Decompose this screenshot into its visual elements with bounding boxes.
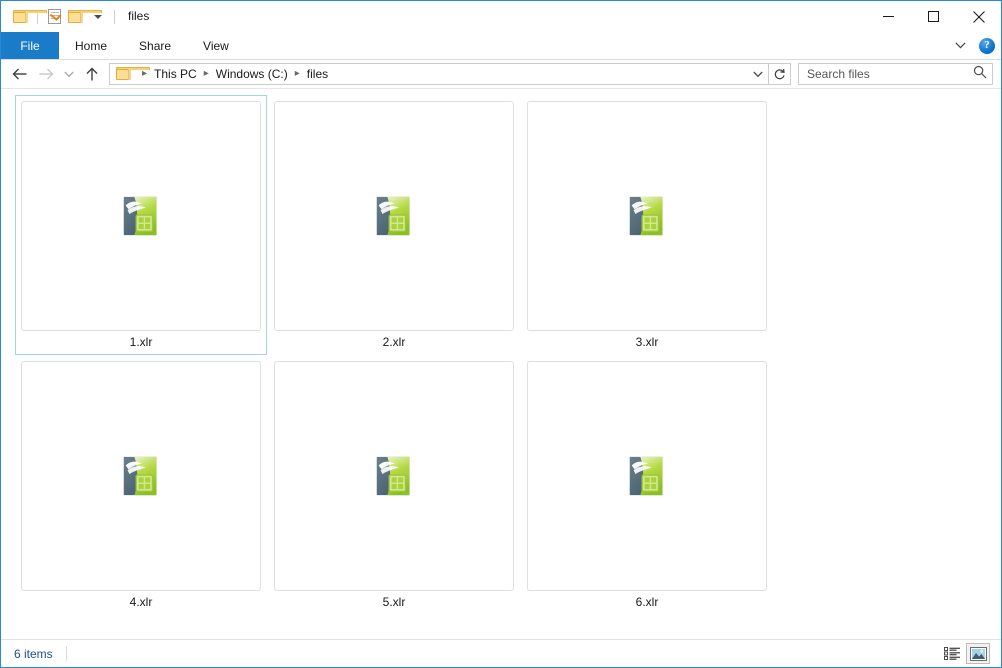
- view-buttons: [940, 643, 997, 664]
- properties-icon[interactable]: [43, 6, 65, 28]
- breadcrumb-item-this-pc[interactable]: This PC: [152, 67, 199, 81]
- window-title: files: [128, 9, 150, 23]
- file-thumbnail[interactable]: [21, 101, 261, 331]
- breadcrumb-dropdown-icon[interactable]: [748, 64, 768, 84]
- search-icon[interactable]: [973, 65, 987, 84]
- breadcrumb-separator[interactable]: ▸: [137, 69, 152, 79]
- file-name-label: 4.xlr: [129, 595, 153, 609]
- status-divider: [65, 646, 67, 661]
- file-item-1[interactable]: 1.xlr: [15, 95, 267, 355]
- search-placeholder: Search files: [807, 67, 870, 81]
- libreoffice-calc-icon: [376, 196, 410, 236]
- back-button[interactable]: [7, 61, 33, 87]
- recent-locations-button[interactable]: [59, 61, 79, 87]
- details-view-icon: [943, 647, 960, 660]
- file-grid: 1.xlr 2.xlr 3.xlr 4.xlr 5.xlr 6.xlr: [1, 95, 1001, 615]
- breadcrumb-item-windows-c[interactable]: Windows (C:): [214, 67, 290, 81]
- file-thumbnail[interactable]: [527, 361, 767, 591]
- file-item-4[interactable]: 4.xlr: [15, 355, 267, 615]
- window-controls: [866, 1, 1001, 32]
- folder-icon[interactable]: [10, 6, 47, 28]
- file-name-label: 1.xlr: [129, 335, 153, 349]
- qat-divider-2: [114, 9, 115, 24]
- large-icons-view-button[interactable]: [966, 643, 990, 664]
- item-count-label: 6 items: [14, 646, 53, 661]
- caret-down-glyph: [94, 14, 102, 19]
- breadcrumb-item-files[interactable]: files: [305, 67, 330, 81]
- file-name-label: 6.xlr: [635, 595, 659, 609]
- libreoffice-calc-icon: [123, 456, 157, 496]
- address-bar: ▸ This PC ▸ Windows (C:) ▸ files Search …: [1, 60, 1001, 89]
- maximize-button[interactable]: [911, 1, 956, 32]
- libreoffice-calc-icon: [376, 456, 410, 496]
- large-icons-view-icon: [969, 646, 987, 661]
- file-thumbnail[interactable]: [274, 361, 514, 591]
- file-item-5[interactable]: 5.xlr: [268, 355, 520, 615]
- chevron-down-icon[interactable]: [949, 35, 971, 57]
- ribbon-right-controls: ?: [949, 32, 995, 59]
- close-button[interactable]: [956, 1, 1001, 32]
- breadcrumb-folder-icon[interactable]: [116, 67, 150, 81]
- file-list-view[interactable]: 1.xlr 2.xlr 3.xlr 4.xlr 5.xlr 6.xlr: [1, 89, 1001, 639]
- file-name-label: 5.xlr: [382, 595, 406, 609]
- file-name-label: 2.xlr: [382, 335, 406, 349]
- file-item-2[interactable]: 2.xlr: [268, 95, 520, 355]
- tab-view[interactable]: View: [187, 32, 245, 59]
- file-item-6[interactable]: 6.xlr: [521, 355, 773, 615]
- title-bar: files: [1, 1, 1001, 32]
- properties-glyph: [47, 9, 61, 24]
- breadcrumb-separator[interactable]: ▸: [199, 69, 214, 79]
- tab-share[interactable]: Share: [123, 32, 187, 59]
- explorer-window: files File Home Share View ? ▸ This PC ▸…: [0, 0, 1002, 668]
- up-button[interactable]: [79, 61, 105, 87]
- forward-button[interactable]: [33, 61, 59, 87]
- ribbon-tab-bar: File Home Share View ?: [1, 32, 1001, 60]
- folder-glyph: [13, 9, 47, 24]
- tab-file[interactable]: File: [1, 32, 59, 59]
- breadcrumb-separator[interactable]: ▸: [290, 69, 305, 79]
- libreoffice-calc-icon: [123, 196, 157, 236]
- file-item-3[interactable]: 3.xlr: [521, 95, 773, 355]
- libreoffice-calc-icon: [629, 456, 663, 496]
- libreoffice-calc-icon: [629, 196, 663, 236]
- status-bar: 6 items: [1, 639, 1001, 667]
- file-thumbnail[interactable]: [527, 101, 767, 331]
- quick-access-toolbar: [1, 6, 120, 28]
- file-name-label: 3.xlr: [635, 335, 659, 349]
- help-icon[interactable]: ?: [979, 37, 995, 54]
- tab-home[interactable]: Home: [59, 32, 123, 59]
- file-thumbnail[interactable]: [274, 101, 514, 331]
- minimize-button[interactable]: [866, 1, 911, 32]
- new-folder-glyph: [68, 9, 102, 24]
- refresh-button[interactable]: [769, 63, 791, 85]
- search-input[interactable]: Search files: [798, 63, 993, 85]
- folder-glyph: [116, 67, 150, 81]
- file-thumbnail[interactable]: [21, 361, 261, 591]
- new-folder-icon[interactable]: [65, 6, 102, 28]
- customize-caret-icon[interactable]: [87, 6, 109, 28]
- breadcrumb[interactable]: ▸ This PC ▸ Windows (C:) ▸ files: [109, 63, 769, 85]
- details-view-button[interactable]: [940, 643, 964, 664]
